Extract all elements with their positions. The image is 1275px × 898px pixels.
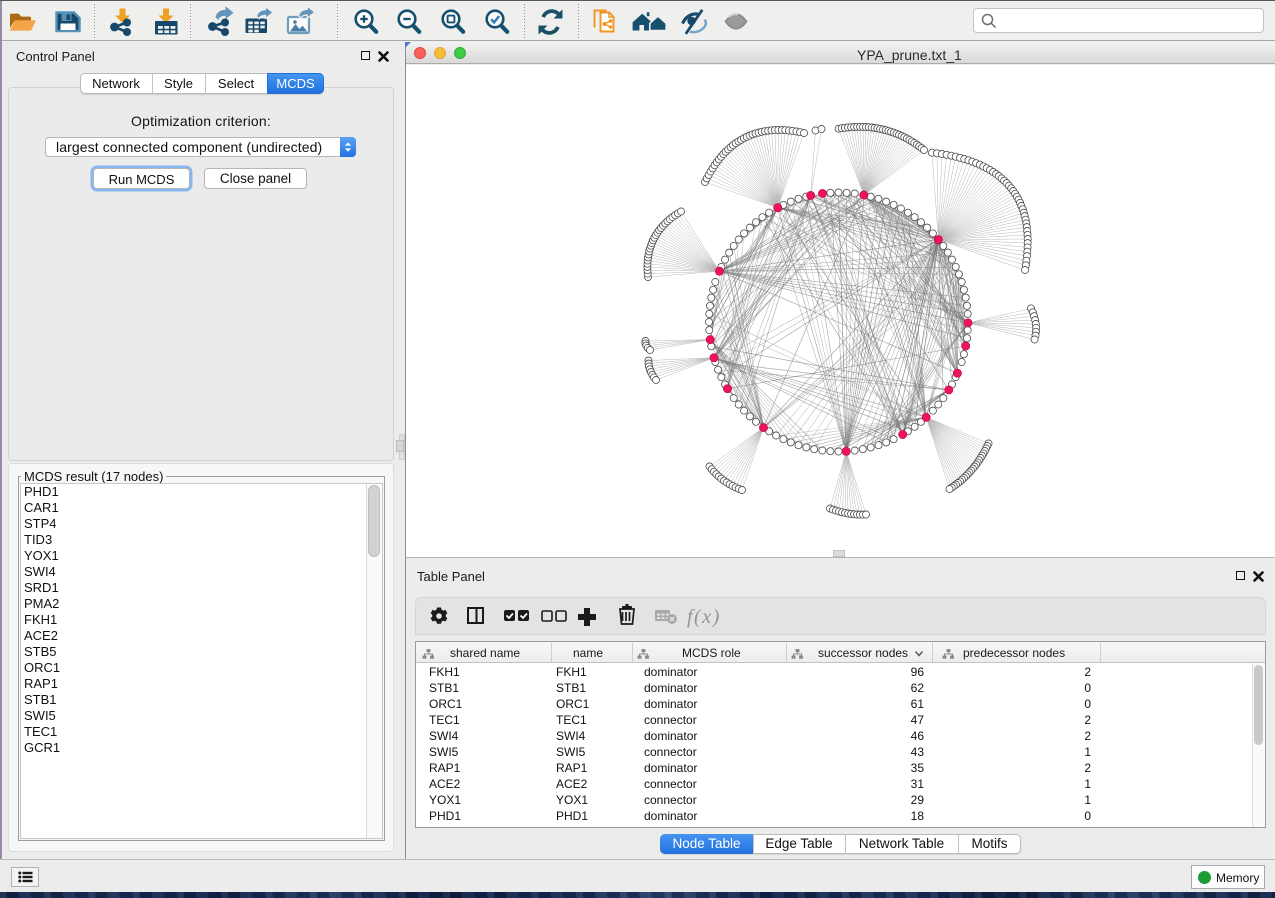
- svg-text:f(x): f(x): [687, 606, 721, 628]
